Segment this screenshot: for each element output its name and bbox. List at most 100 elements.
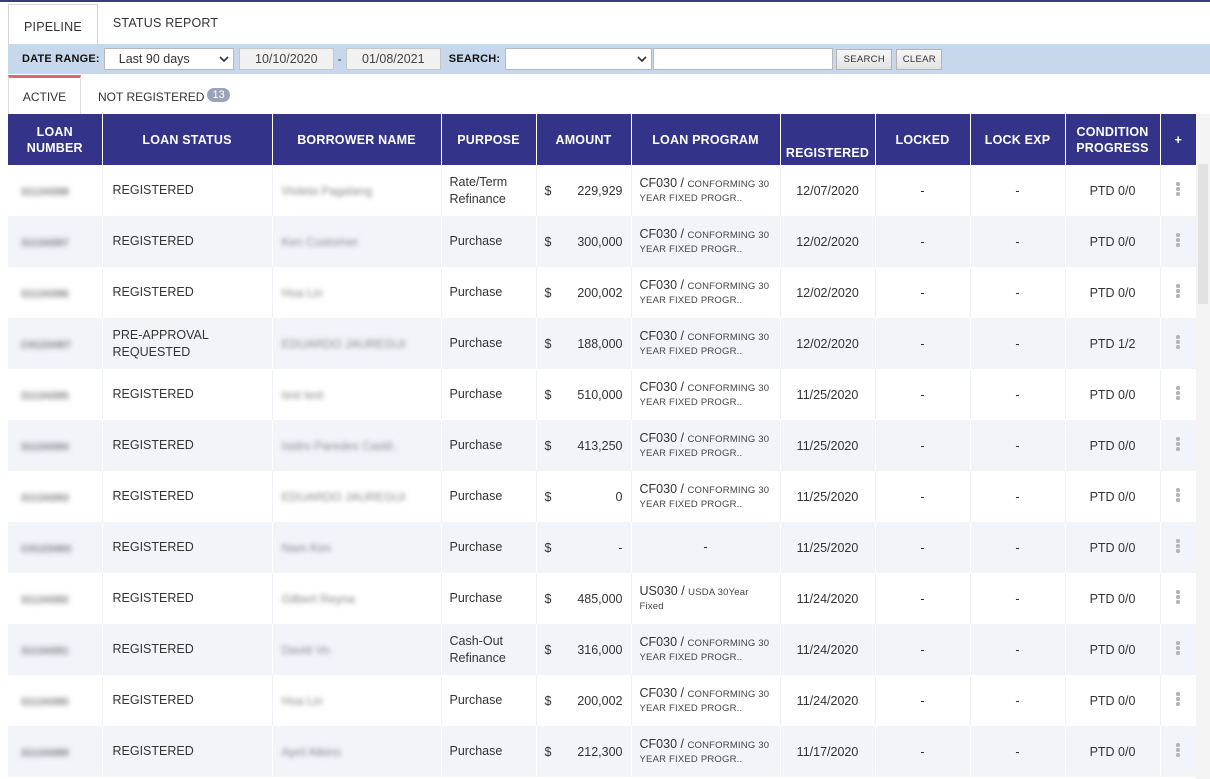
- borrower-name-cell[interactable]: Violeta Pagalang: [272, 165, 442, 216]
- program-desc: CONFORMING 30: [687, 331, 770, 343]
- row-menu-button[interactable]: [1160, 726, 1197, 777]
- borrower-name-cell[interactable]: Hoa Lin: [272, 675, 442, 726]
- col-loan-number[interactable]: LOAN NUMBER: [8, 114, 103, 165]
- search-button[interactable]: SEARCH: [836, 48, 893, 70]
- loan-number-cell[interactable]: C0123497: [8, 318, 103, 369]
- program-desc-line2: Fixed: [639, 600, 664, 612]
- loan-number-cell[interactable]: 31134392: [8, 573, 103, 624]
- tab-status-report[interactable]: STATUS REPORT: [98, 4, 233, 44]
- borrower-name-cell[interactable]: test test: [272, 369, 442, 420]
- date-range-select[interactable]: Last 90 days: [103, 48, 234, 70]
- borrower-name-cell[interactable]: Ken Customer: [272, 216, 442, 267]
- row-menu-button[interactable]: [1160, 165, 1197, 216]
- table-row[interactable]: 31134389 REGISTERED April Atkins Purchase $2…: [8, 726, 1197, 777]
- col-condition-progress[interactable]: CONDITION PROGRESS: [1065, 114, 1161, 165]
- loan-number-cell[interactable]: 31134395: [8, 369, 103, 420]
- borrower-name-cell[interactable]: Gilbert Reyna: [272, 573, 442, 624]
- lock-exp-value: -: [970, 675, 1066, 726]
- date-separator: -: [337, 52, 342, 66]
- table-row[interactable]: 31134391 REGISTERED David Vo Cash-Out Refina…: [8, 624, 1197, 675]
- currency-symbol: $: [544, 642, 552, 657]
- row-menu-button[interactable]: [1160, 675, 1197, 726]
- loan-number-cell[interactable]: 31134397: [8, 216, 103, 267]
- col-registered[interactable]: REGISTERED: [780, 114, 876, 165]
- row-menu-button[interactable]: [1160, 471, 1197, 522]
- borrower-name-cell[interactable]: April Atkins: [272, 726, 442, 777]
- table-row[interactable]: 31134393 REGISTERED EDUARDO JAUREGUI Purcha…: [8, 471, 1197, 522]
- borrower-name-cell[interactable]: David Vo: [272, 624, 442, 675]
- kebab-menu-icon: [1176, 487, 1180, 504]
- table-row[interactable]: 31134390 REGISTERED Hoa Lin Purchase $200,00…: [8, 675, 1197, 726]
- top-border: [0, 0, 1210, 2]
- condition-progress[interactable]: PTD 0/0: [1065, 420, 1161, 471]
- clear-button[interactable]: CLEAR: [896, 48, 943, 70]
- row-menu-button[interactable]: [1160, 573, 1197, 624]
- table-row[interactable]: 31134396 REGISTERED Hoa Lin Purchase $200,00…: [8, 267, 1197, 318]
- loan-number-cell[interactable]: C0123494: [8, 522, 103, 573]
- loan-number-cell[interactable]: 31134394: [8, 420, 103, 471]
- condition-progress[interactable]: PTD 0/0: [1065, 522, 1161, 573]
- condition-progress[interactable]: PTD 0/0: [1065, 573, 1161, 624]
- row-menu-button[interactable]: [1160, 216, 1197, 267]
- date-to-field[interactable]: 01/08/2021: [345, 48, 441, 70]
- purpose: Purchase: [449, 744, 503, 758]
- table-row[interactable]: C0123494 REGISTERED Nam Kim Purchase $ - -11/2…: [8, 522, 1197, 573]
- pipeline-table: LOAN NUMBER LOAN STATUS BORROWER NAME PUR…: [8, 114, 1197, 777]
- scrollbar-thumb[interactable]: [1198, 164, 1208, 304]
- table-row[interactable]: 31134397 REGISTERED Ken Customer Purchase $3…: [8, 216, 1197, 267]
- table-row[interactable]: 31134398 REGISTERED Violeta Pagalang Rate/T…: [8, 165, 1197, 216]
- condition-progress[interactable]: PTD 0/0: [1065, 216, 1161, 267]
- search-input[interactable]: [653, 48, 834, 70]
- table-row[interactable]: 31134394 REGISTERED Isidro Paredes Castil.…: [8, 420, 1197, 471]
- program-desc-line2: YEAR FIXED PROGR..: [639, 447, 743, 459]
- table-row[interactable]: C0123497 PRE-APPROVAL REQUESTED EDUARDO JAU…: [8, 318, 1197, 369]
- registered-date: 12/02/2020: [780, 318, 876, 369]
- col-locked[interactable]: LOCKED: [875, 114, 971, 165]
- loan-number-cell[interactable]: 31134391: [8, 624, 103, 675]
- row-menu-button[interactable]: [1160, 624, 1197, 675]
- loan-number-cell[interactable]: 31134389: [8, 726, 103, 777]
- col-loan-status[interactable]: LOAN STATUS: [102, 114, 273, 165]
- search-field-select[interactable]: [505, 48, 653, 70]
- currency-symbol: $: [544, 183, 552, 198]
- col-borrower-name[interactable]: BORROWER NAME: [272, 114, 442, 165]
- col-loan-program[interactable]: LOAN PROGRAM: [631, 114, 781, 165]
- borrower-name-cell[interactable]: Isidro Paredes Castil..: [272, 420, 442, 471]
- loan-number-cell[interactable]: 31134398: [8, 165, 103, 216]
- borrower-name-cell[interactable]: EDUARDO JAUREGUI: [272, 471, 442, 522]
- condition-progress[interactable]: PTD 0/0: [1065, 471, 1161, 522]
- loan-number-cell[interactable]: 31134396: [8, 267, 103, 318]
- condition-progress[interactable]: PTD 0/0: [1065, 267, 1161, 318]
- date-from-field[interactable]: 10/10/2020: [238, 48, 334, 70]
- loan-number-cell[interactable]: 31134393: [8, 471, 103, 522]
- borrower-name-cell[interactable]: Nam Kim: [272, 522, 442, 573]
- add-column-button[interactable]: +: [1160, 114, 1196, 165]
- borrower-name-cell[interactable]: Hoa Lin: [272, 267, 442, 318]
- tab-not-registered[interactable]: NOT REGISTERED 13: [81, 75, 230, 114]
- row-menu-button[interactable]: [1160, 420, 1197, 471]
- table-row[interactable]: 31134395 REGISTERED test test Purchase $510,…: [8, 369, 1197, 420]
- col-lock-exp[interactable]: LOCK EXP: [970, 114, 1066, 165]
- condition-progress[interactable]: PTD 0/0: [1065, 165, 1161, 216]
- loan-number: 31134393: [21, 492, 69, 504]
- condition-progress[interactable]: PTD 1/2: [1065, 318, 1161, 369]
- col-purpose[interactable]: PURPOSE: [441, 114, 537, 165]
- registered-date: 12/02/2020: [780, 216, 876, 267]
- row-menu-button[interactable]: [1160, 522, 1197, 573]
- loan-number-cell[interactable]: 31134390: [8, 675, 103, 726]
- condition-progress[interactable]: PTD 0/0: [1065, 624, 1161, 675]
- table-row[interactable]: 31134392 REGISTERED Gilbert Reyna Purchase $…: [8, 573, 1197, 624]
- col-amount[interactable]: AMOUNT: [536, 114, 632, 165]
- condition-progress[interactable]: PTD 0/0: [1065, 726, 1161, 777]
- tab-pipeline[interactable]: PIPELINE: [8, 4, 98, 45]
- loan-status: REGISTERED: [112, 183, 194, 197]
- borrower-name: Isidro Paredes Castil..: [281, 438, 399, 453]
- tab-active[interactable]: ACTIVE: [8, 75, 81, 114]
- condition-progress[interactable]: PTD 0/0: [1065, 675, 1161, 726]
- borrower-name-cell[interactable]: EDUARDO JAUREGUI: [272, 318, 442, 369]
- row-menu-button[interactable]: [1160, 318, 1197, 369]
- registered-date: 11/17/2020: [780, 726, 876, 777]
- condition-progress[interactable]: PTD 0/0: [1065, 369, 1161, 420]
- row-menu-button[interactable]: [1160, 369, 1197, 420]
- row-menu-button[interactable]: [1160, 267, 1197, 318]
